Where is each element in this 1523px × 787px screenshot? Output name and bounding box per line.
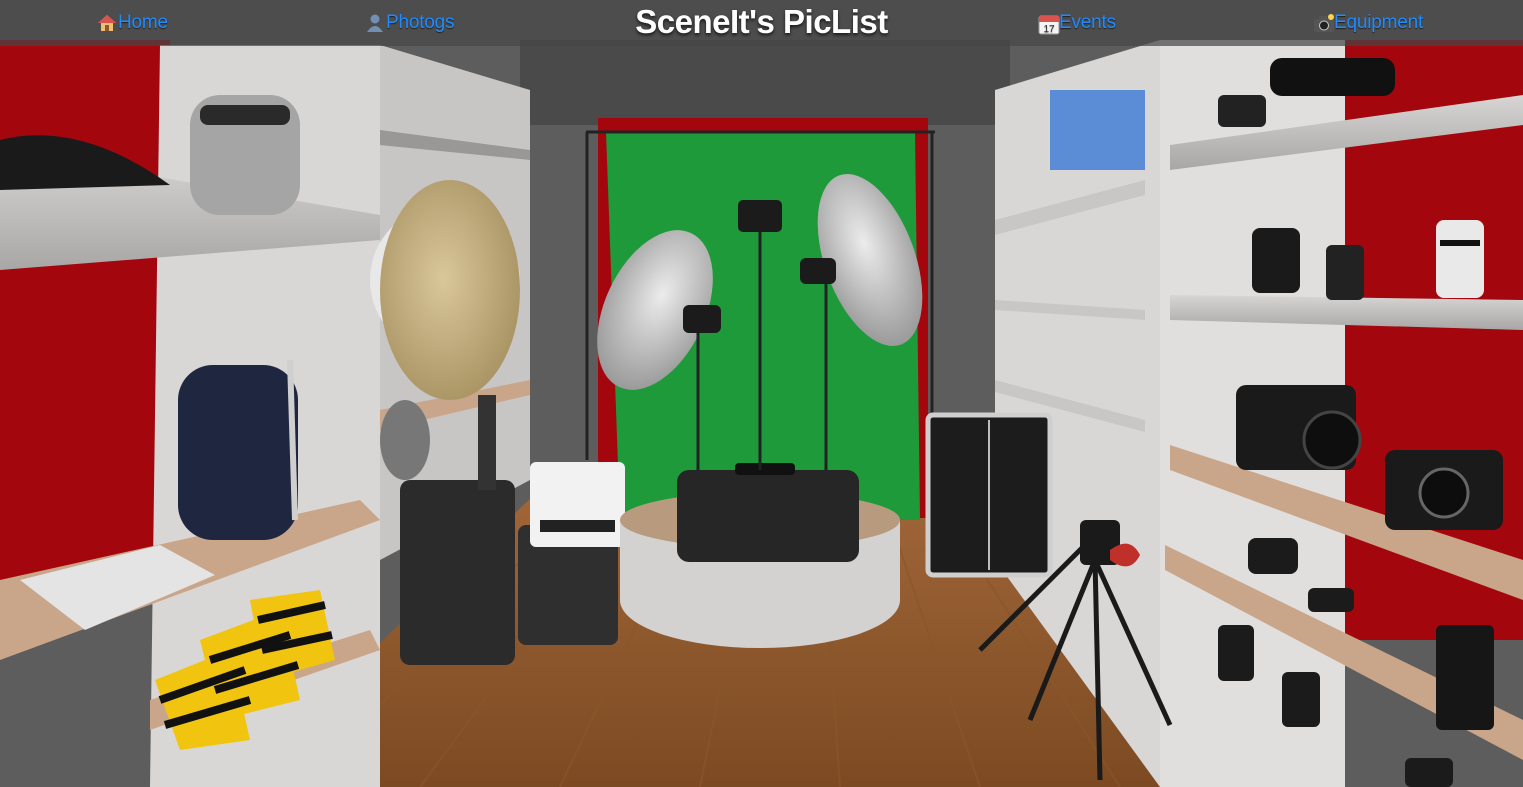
top-navbar: Home Photogs 17 Events Equipment <box>0 0 1523 46</box>
house-icon <box>97 13 117 33</box>
nav-link-equipment-label: Equipment <box>1334 12 1424 33</box>
nav-link-home[interactable]: Home <box>97 10 168 36</box>
nav-link-photogs-label: Photogs <box>386 12 455 33</box>
person-icon <box>365 13 385 33</box>
nav-link-events-label: Events <box>1059 12 1116 33</box>
nav-link-home-label: Home <box>118 12 168 33</box>
nav-link-photogs[interactable]: Photogs <box>365 10 455 36</box>
svg-text:17: 17 <box>1043 24 1055 35</box>
calendar-icon: 17 <box>1038 13 1060 35</box>
studio-background <box>0 0 1523 787</box>
camera-icon <box>1313 13 1334 33</box>
nav-link-equipment[interactable]: Equipment <box>1313 10 1423 36</box>
nav-link-events[interactable]: 17 Events <box>1038 10 1116 36</box>
